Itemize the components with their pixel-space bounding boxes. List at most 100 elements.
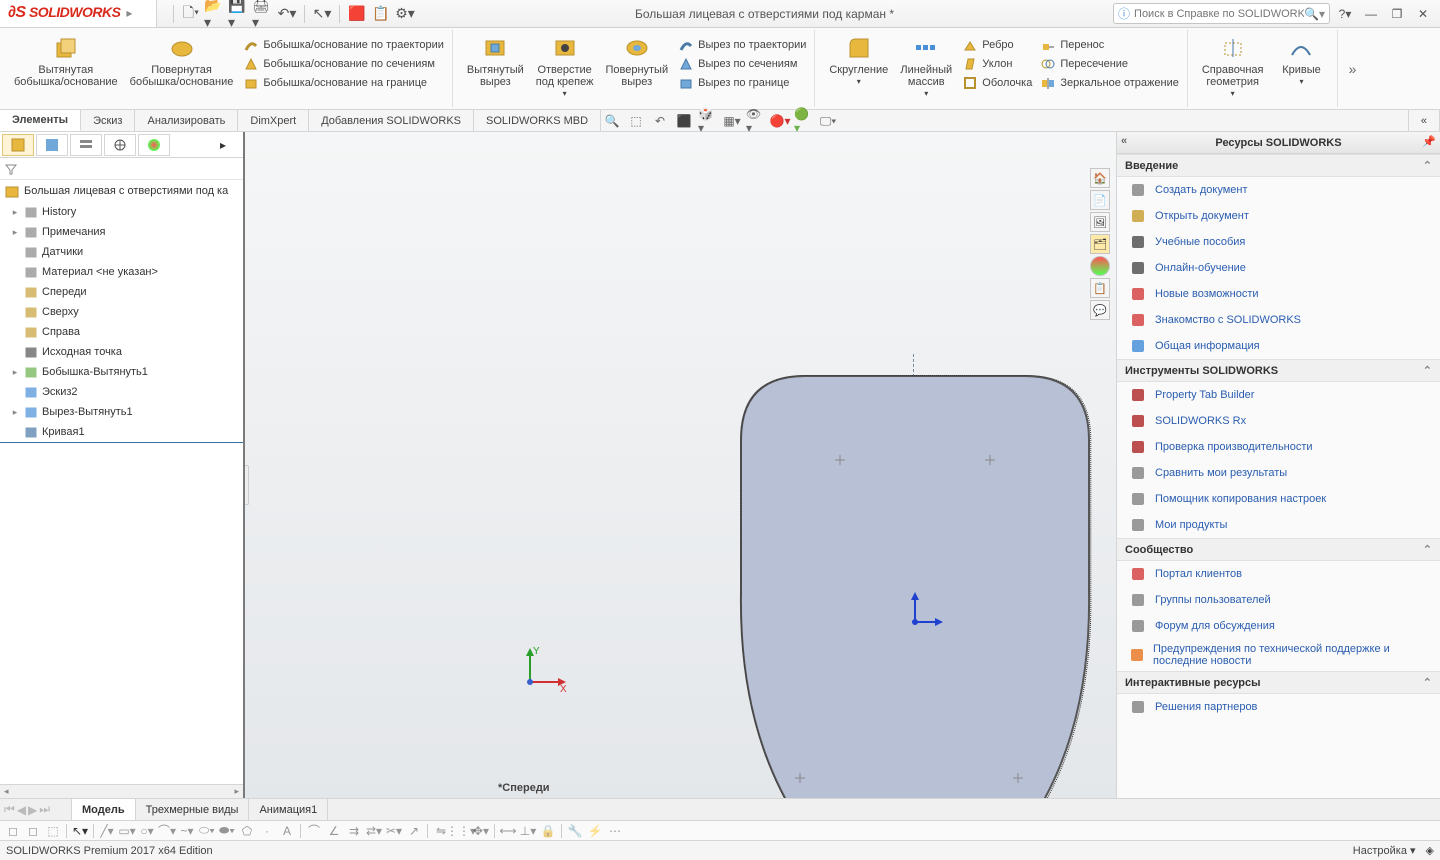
- sk-rel-icon[interactable]: ⊥▾: [519, 822, 537, 840]
- sk-circle-icon[interactable]: ○▾: [138, 822, 156, 840]
- sweep-cut-button[interactable]: Вырез по траектории: [676, 36, 808, 54]
- print-button[interactable]: 🖨▾: [252, 3, 274, 25]
- dimxpert-tab[interactable]: [104, 134, 136, 156]
- tab-addins[interactable]: Добавления SOLIDWORKS: [309, 110, 474, 131]
- logo-dropdown-icon[interactable]: ▸: [126, 6, 132, 20]
- sk-point-icon[interactable]: ·: [258, 822, 276, 840]
- tab-elements[interactable]: Элементы: [0, 110, 81, 131]
- prev-view-icon[interactable]: ↶: [650, 111, 670, 131]
- tp-item-2-2[interactable]: Форум для обсуждения: [1117, 613, 1440, 639]
- sk-line-icon[interactable]: ╱▾: [98, 822, 116, 840]
- sk-offset-icon[interactable]: ⇉: [345, 822, 363, 840]
- tree-root[interactable]: Большая лицевая с отверстиями под ка: [0, 180, 243, 202]
- sk-btn-2[interactable]: ◻: [24, 822, 42, 840]
- tp-section-0[interactable]: Введение⌃: [1117, 154, 1440, 177]
- display-style-icon[interactable]: ▦▾: [722, 111, 742, 131]
- tp-item-1-3[interactable]: Сравнить мои результаты: [1117, 460, 1440, 486]
- panel-splitter[interactable]: [245, 465, 249, 505]
- close-button[interactable]: ✕: [1412, 3, 1434, 25]
- sk-fix-icon[interactable]: 🔒: [539, 822, 557, 840]
- tp-item-1-2[interactable]: Проверка производительности: [1117, 434, 1440, 460]
- tree-node-кривая1[interactable]: Кривая1: [0, 422, 243, 443]
- tree-node-примечания[interactable]: ▸Примечания: [0, 222, 243, 242]
- section-view-icon[interactable]: ⬛: [674, 111, 694, 131]
- loft-boss-button[interactable]: Бобышка/основание по сечениям: [241, 55, 446, 73]
- tp-item-3-0[interactable]: Решения партнеров: [1117, 694, 1440, 720]
- sk-btn-1[interactable]: ◻: [4, 822, 22, 840]
- property-manager-tab[interactable]: [36, 134, 68, 156]
- tp-item-0-3[interactable]: Онлайн-обучение: [1117, 255, 1440, 281]
- tree-node-эскиз2[interactable]: Эскиз2: [0, 382, 243, 402]
- tp-item-0-4[interactable]: Новые возможности: [1117, 281, 1440, 307]
- undo-button[interactable]: ↶▾: [276, 3, 298, 25]
- tab-dimxpert[interactable]: DimXpert: [238, 110, 309, 131]
- new-button[interactable]: 🗋▾: [180, 3, 202, 25]
- btab-fwd-icon[interactable]: ▶: [28, 803, 37, 817]
- tp-item-1-4[interactable]: Помощник копирования настроек: [1117, 486, 1440, 512]
- tp-item-2-3[interactable]: Предупреждения по технической поддержке …: [1117, 639, 1440, 671]
- boundary-cut-button[interactable]: Вырез по границе: [676, 74, 808, 92]
- sk-rect-icon[interactable]: ▭▾: [118, 822, 136, 840]
- loft-cut-button[interactable]: Вырез по сечениям: [676, 55, 808, 73]
- tp-item-0-2[interactable]: Учебные пособия: [1117, 229, 1440, 255]
- tp-item-0-6[interactable]: Общая информация: [1117, 333, 1440, 359]
- hide-show-icon[interactable]: 👁▾: [746, 111, 766, 131]
- sk-text-icon[interactable]: A: [278, 822, 296, 840]
- tab-mbd[interactable]: SOLIDWORKS MBD: [474, 110, 601, 131]
- tree-expand-icon[interactable]: ▸: [10, 367, 20, 378]
- minimize-button[interactable]: —: [1360, 3, 1382, 25]
- tp-item-1-5[interactable]: Мои продукты: [1117, 512, 1440, 538]
- graphics-viewport[interactable]: Y X *Спереди 🏠 📄 🖼 🗂 📋 💬: [245, 132, 1116, 798]
- taskpane-collapse-btn[interactable]: «: [1408, 110, 1440, 131]
- rib-button[interactable]: Ребро: [960, 36, 1034, 54]
- draft-button[interactable]: Уклон: [960, 55, 1034, 73]
- sk-poly-icon[interactable]: ⬠: [238, 822, 256, 840]
- intersect-button[interactable]: Пересечение: [1038, 55, 1181, 73]
- sk-fillet-icon[interactable]: ⌒: [305, 822, 323, 840]
- tab-evaluate[interactable]: Анализировать: [135, 110, 238, 131]
- tab-3dviews[interactable]: Трехмерные виды: [136, 799, 250, 820]
- sk-ellipse-icon[interactable]: ⬭▾: [198, 822, 216, 840]
- linear-pattern-button[interactable]: Линейный массив▾: [896, 32, 956, 102]
- tree-expand-icon[interactable]: ▸: [10, 227, 20, 238]
- orientation-triad[interactable]: Y X: [520, 642, 570, 692]
- sk-repair-icon[interactable]: 🔧: [566, 822, 584, 840]
- panel-expand-button[interactable]: ▸: [207, 134, 239, 156]
- sk-extend-icon[interactable]: ↗: [405, 822, 423, 840]
- tree-node-сверху[interactable]: Сверху: [0, 302, 243, 322]
- tp-item-2-0[interactable]: Портал клиентов: [1117, 561, 1440, 587]
- curves-button[interactable]: Кривые▾: [1271, 32, 1331, 90]
- sk-trim-icon[interactable]: ✂▾: [385, 822, 403, 840]
- save-button[interactable]: 💾▾: [228, 3, 250, 25]
- btab-prev-icon[interactable]: ⏮: [4, 802, 15, 817]
- move-button[interactable]: Перенос: [1038, 36, 1181, 54]
- hole-wizard-button[interactable]: Отверстие под крепеж▾: [532, 32, 598, 102]
- gallery-icon[interactable]: 🖼: [1090, 212, 1110, 232]
- tp-item-2-1[interactable]: Группы пользователей: [1117, 587, 1440, 613]
- forum-icon[interactable]: 💬: [1090, 300, 1110, 320]
- feature-tree-tab[interactable]: [2, 134, 34, 156]
- sk-dim-icon[interactable]: ⟷: [499, 822, 517, 840]
- select-button[interactable]: ↖▾: [311, 3, 333, 25]
- sk-pattern-icon[interactable]: ⋮⋮▾: [452, 822, 470, 840]
- display-manager-tab[interactable]: [138, 134, 170, 156]
- doc-view-icon[interactable]: 📄: [1090, 190, 1110, 210]
- open-button[interactable]: 📂▾: [204, 3, 226, 25]
- maximize-button[interactable]: ❐: [1386, 3, 1408, 25]
- tree-node-бобышка-вытянуть1[interactable]: ▸Бобышка-Вытянуть1: [0, 362, 243, 382]
- view-settings-icon[interactable]: 🖵▾: [818, 111, 838, 131]
- tp-item-1-0[interactable]: Property Tab Builder: [1117, 382, 1440, 408]
- tp-section-2[interactable]: Сообщество⌃: [1117, 538, 1440, 561]
- revolve-cut-button[interactable]: Повернутый вырез: [601, 32, 672, 90]
- boundary-boss-button[interactable]: Бобышка/основание на границе: [241, 74, 446, 92]
- extrude-boss-button[interactable]: Вытянутая бобышка/основание: [10, 32, 122, 90]
- sk-convert-icon[interactable]: ⇄▾: [365, 822, 383, 840]
- fillet-button[interactable]: Скругление▾: [825, 32, 892, 90]
- apply-scene-icon[interactable]: 🟢▾: [794, 111, 814, 131]
- view-orient-icon[interactable]: 🎲▾: [698, 111, 718, 131]
- props-icon[interactable]: 📋: [1090, 278, 1110, 298]
- sk-move-icon[interactable]: ✥▾: [472, 822, 490, 840]
- part-model[interactable]: [735, 372, 1095, 798]
- tab-animation[interactable]: Анимация1: [249, 799, 328, 820]
- tab-sketch[interactable]: Эскиз: [81, 110, 135, 131]
